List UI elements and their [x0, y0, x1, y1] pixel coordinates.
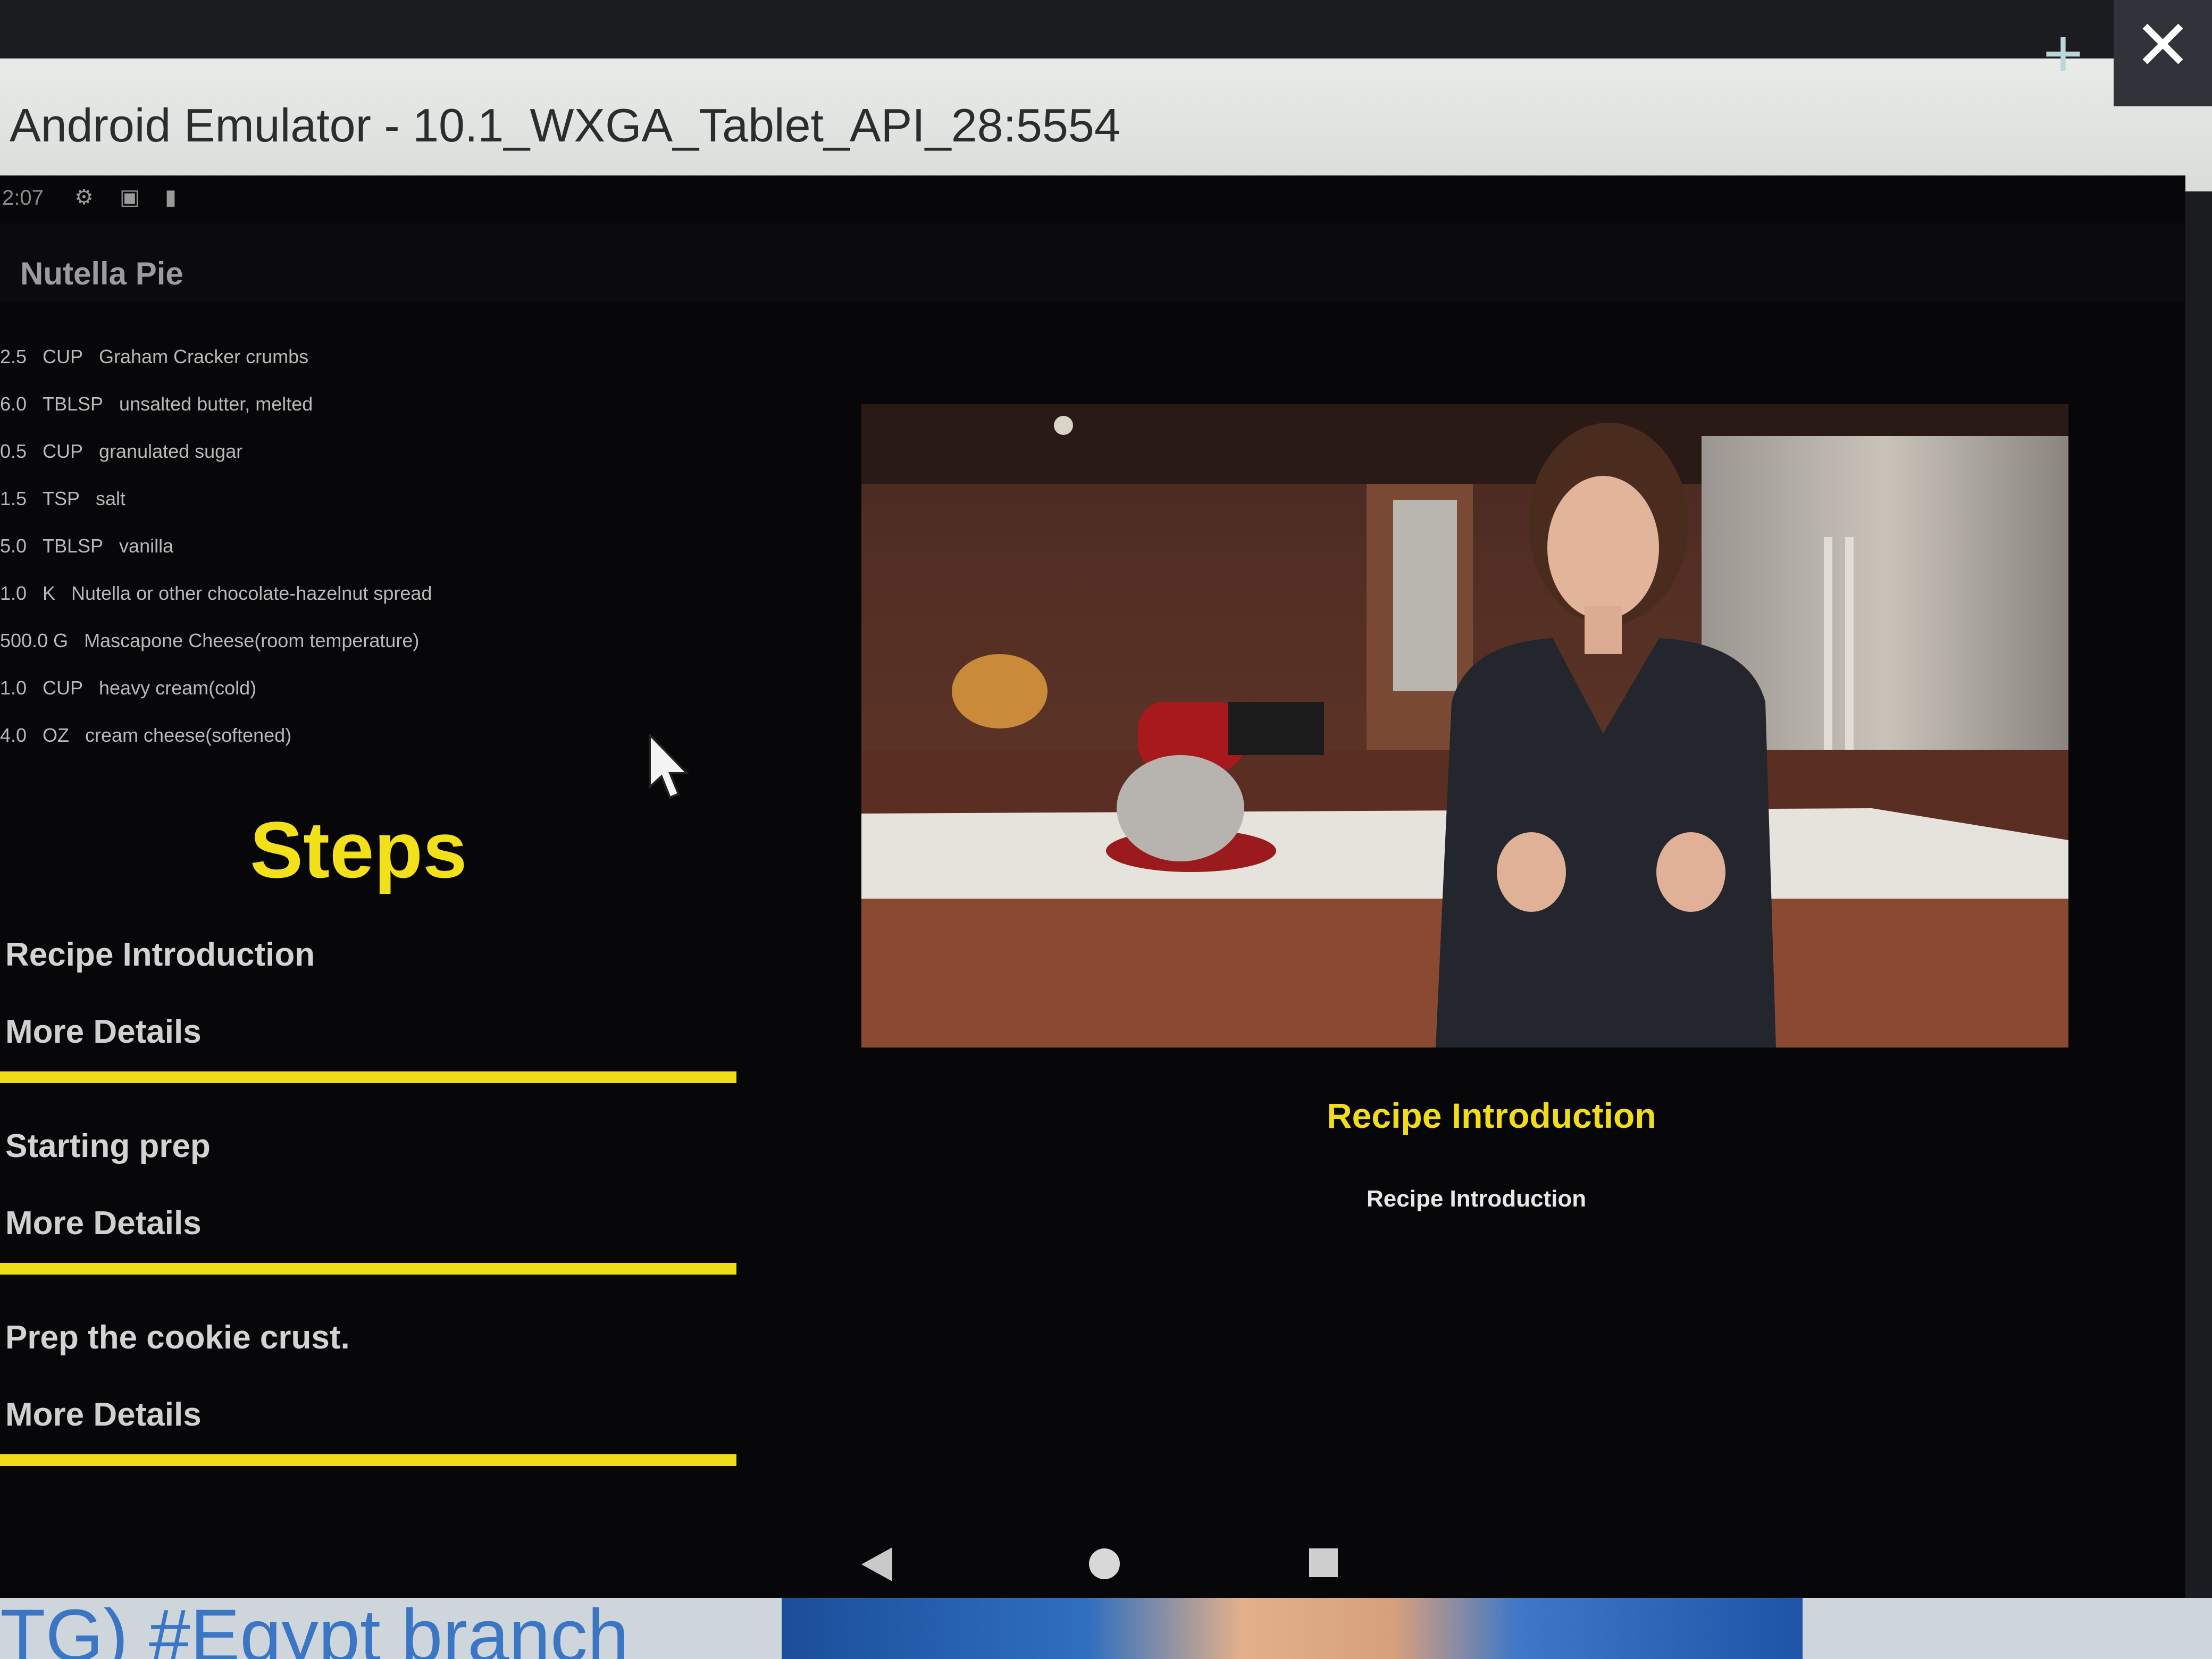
ingredient-unit: K: [43, 582, 56, 604]
step-detail-title: Recipe Introduction: [1327, 1096, 1656, 1135]
ingredient-quantity: 1.0: [0, 582, 27, 604]
step-divider: [0, 1263, 736, 1275]
app-bar: Nutella Pie: [0, 223, 2185, 303]
video-player[interactable]: [861, 404, 2068, 1048]
step-divider: [0, 1071, 736, 1083]
ingredient-name: heavy cream(cold): [99, 677, 257, 699]
ingredient-name: cream cheese(softened): [85, 724, 292, 746]
list-item: 4.0 OZ cream cheese(softened): [0, 724, 755, 772]
ingredient-unit: OZ: [43, 724, 69, 746]
list-item: 1.0 CUP heavy cream(cold): [0, 677, 755, 724]
step-item[interactable]: Prep the cookie crust. More Details: [0, 1319, 739, 1510]
ingredient-unit: CUP: [43, 346, 83, 367]
step-detail-description: Recipe Introduction: [1367, 1186, 1587, 1212]
ingredient-name: granulated sugar: [99, 440, 243, 462]
list-item: 500.0 G Mascapone Cheese(room temperature): [0, 630, 755, 677]
recipe-steps-pane[interactable]: 2.5 CUP Graham Cracker crumbs 6.0 TBLSP unsa…: [0, 346, 755, 1601]
ingredient-name: vanilla: [119, 535, 174, 557]
ingredient-quantity: 1.5: [0, 488, 27, 509]
ingredient-unit: TBLSP: [43, 535, 104, 557]
video-frame: [861, 404, 2068, 1048]
navigation-bar: [0, 1526, 2185, 1601]
step-title[interactable]: Starting prep: [5, 1127, 211, 1165]
status-time: 2:07: [2, 186, 44, 210]
list-item: 6.0 TBLSP unsalted butter, melted: [0, 393, 755, 440]
background-window-strip: TG) #Egypt branch: [0, 1598, 2212, 1659]
ingredient-quantity: 0.5: [0, 440, 27, 462]
device-screen: 2:07 ⚙ ▣ ▮ ▾ Nutella Pie 2.5CUPGraham Cr…: [0, 175, 2185, 1601]
back-icon[interactable]: [861, 1547, 892, 1581]
ingredient-quantity: 2.5: [0, 346, 27, 367]
ingredient-quantity: 6.0: [0, 393, 27, 415]
step-title[interactable]: Prep the cookie crust.: [5, 1319, 350, 1356]
emulator-titlebar: Android Emulator - 10.1_WXGA_Tablet_API_…: [0, 58, 2212, 191]
gear-icon: ⚙: [74, 186, 94, 209]
ingredient-quantity: 1.0: [0, 677, 27, 699]
ingredient-name: salt: [96, 488, 126, 509]
add-button[interactable]: +: [2015, 0, 2111, 106]
window-title: Android Emulator - 10.1_WXGA_Tablet_API_…: [10, 99, 1120, 152]
ingredient-quantity: 5.0: [0, 535, 27, 557]
ingredient-unit: CUP: [43, 440, 83, 462]
ingredient-name: Graham Cracker crumbs: [99, 346, 309, 367]
more-details-link[interactable]: More Details: [5, 1204, 202, 1242]
list-item: 0.5 CUP granulated sugar: [0, 440, 755, 488]
list-item: 5.0 TBLSP vanilla: [0, 535, 755, 582]
ingredient-unit: G: [53, 630, 69, 651]
list-item: 1.5 TSP salt: [0, 488, 755, 535]
background-image: [782, 1598, 1803, 1659]
more-details-link[interactable]: More Details: [5, 1013, 202, 1051]
close-button[interactable]: ✕: [2114, 0, 2212, 106]
recents-icon[interactable]: [1309, 1548, 1338, 1577]
sd-card-icon: ▣: [120, 186, 140, 209]
step-title[interactable]: Recipe Introduction: [5, 936, 315, 974]
list-item: 1.0 K Nutella or other chocolate-hazelnut …: [0, 582, 755, 630]
steps-list: Recipe Introduction More Details Startin…: [0, 936, 739, 1510]
home-icon[interactable]: [1089, 1548, 1120, 1579]
ingredient-quantity: 500.0: [0, 630, 48, 651]
steps-heading: Steps: [250, 805, 467, 894]
ingredient-name: Mascapone Cheese(room temperature): [84, 630, 420, 651]
cursor-icon: [649, 734, 690, 799]
step-item[interactable]: Starting prep More Details: [0, 1127, 739, 1319]
app-title: Nutella Pie: [20, 256, 183, 291]
ingredient-name: unsalted butter, melted: [119, 393, 313, 415]
more-details-link[interactable]: More Details: [5, 1396, 202, 1434]
battery-small-icon: ▮: [165, 186, 177, 209]
background-banner-text: TG) #Egypt branch: [0, 1598, 629, 1659]
ingredient-quantity: 4.0: [0, 724, 27, 746]
status-bar: 2:07 ⚙ ▣ ▮: [0, 175, 2185, 223]
ingredient-unit: CUP: [43, 677, 83, 699]
ingredient-name: Nutella or other chocolate-hazelnut spre…: [71, 582, 432, 604]
list-item: 2.5 CUP Graham Cracker crumbs: [0, 346, 755, 393]
step-divider: [0, 1454, 736, 1466]
step-item[interactable]: Recipe Introduction More Details: [0, 936, 739, 1127]
ingredient-unit: TBLSP: [43, 393, 104, 415]
ingredients-list: 2.5 CUP Graham Cracker crumbs 6.0 TBLSP unsa…: [0, 346, 755, 772]
ingredient-unit: TSP: [43, 488, 80, 509]
